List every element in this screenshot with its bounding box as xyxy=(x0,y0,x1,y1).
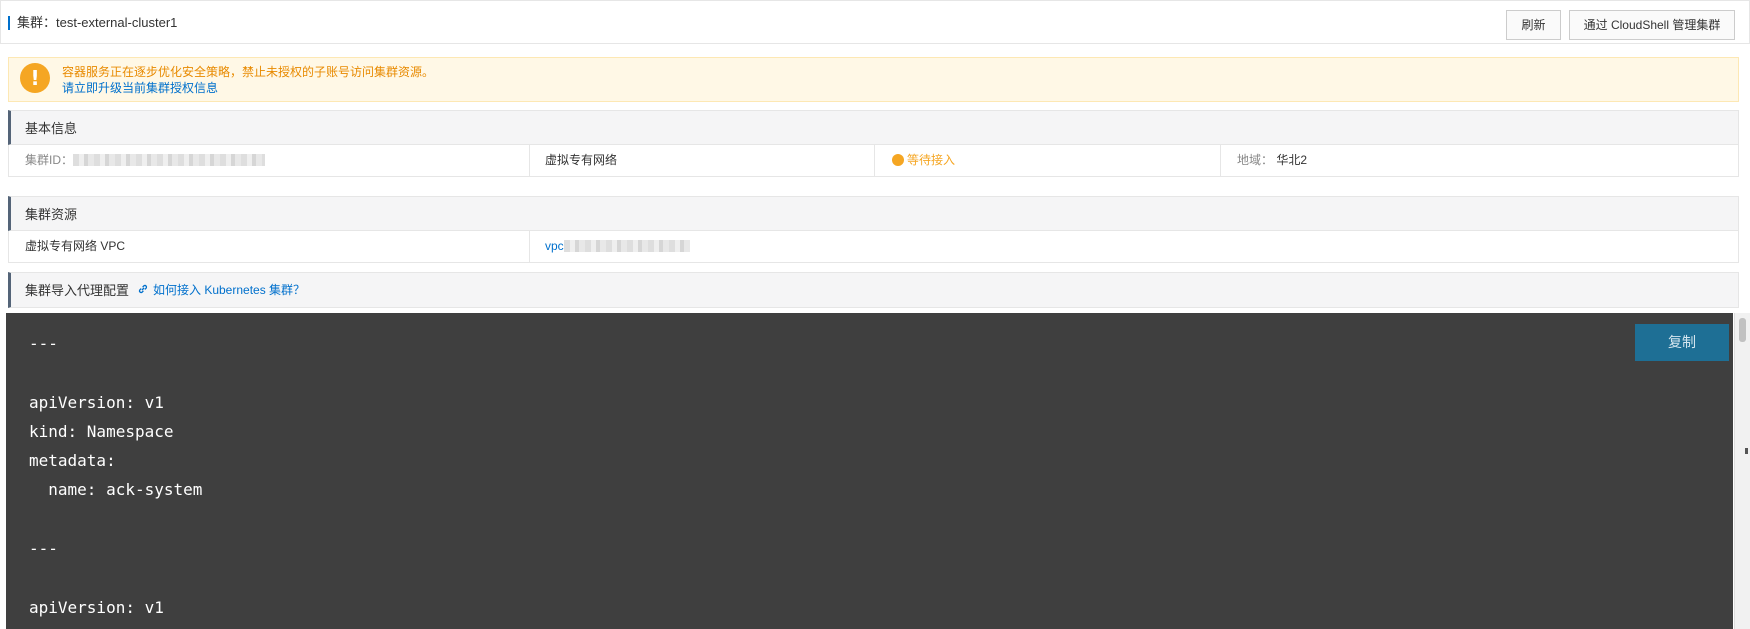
cluster-resources-title: 集群资源 xyxy=(25,207,78,222)
vpc-link[interactable]: vpc xyxy=(545,231,690,262)
cluster-id-cell: 集群ID： xyxy=(25,145,266,176)
security-notice: ! 容器服务正在逐步优化安全策略，禁止未授权的子账号访问集群资源。 请立即升级当… xyxy=(8,57,1739,102)
refresh-button[interactable]: 刷新 xyxy=(1506,10,1561,40)
scrollbar-thumb[interactable] xyxy=(1739,318,1746,342)
vpc-id-redacted xyxy=(563,240,690,252)
notice-text: 容器服务正在逐步优化安全策略，禁止未授权的子账号访问集群资源。 xyxy=(62,65,435,79)
cell-divider xyxy=(529,145,530,176)
vpc-label: 虚拟专有网络 VPC xyxy=(25,239,126,253)
page-title: 集群：test-external-cluster1 xyxy=(17,15,178,30)
scrollbar-marker xyxy=(1745,448,1748,454)
upgrade-authorization-link[interactable]: 请立即升级当前集群授权信息 xyxy=(62,81,218,96)
kubernetes-help-link-text[interactable]: 如何接入 Kubernetes 集群？ xyxy=(153,283,305,297)
exclamation-icon: ! xyxy=(20,63,50,93)
cloudshell-button[interactable]: 通过 CloudShell 管理集群 xyxy=(1569,10,1735,40)
status-dot-icon xyxy=(892,154,904,166)
cluster-id-label: 集群ID： xyxy=(25,153,74,167)
status-text: 等待接入 xyxy=(907,153,956,167)
network-type: 虚拟专有网络 xyxy=(545,153,618,167)
kubernetes-help-link[interactable]: 如何接入 Kubernetes 集群？ xyxy=(137,283,305,298)
link-icon xyxy=(138,284,148,294)
basic-info-row: 集群ID： 虚拟专有网络 等待接入 地域： 华北2 xyxy=(8,145,1739,177)
code-scrollbar[interactable] xyxy=(1734,313,1750,629)
cluster-resources-header: 集群资源 xyxy=(8,196,1739,231)
agent-config-title: 集群导入代理配置 xyxy=(25,283,130,298)
cluster-resources-row: 虚拟专有网络 VPC vpc xyxy=(8,231,1739,263)
basic-info-title: 基本信息 xyxy=(25,121,78,136)
region-cell: 地域： 华北2 xyxy=(1237,145,1307,176)
page-header: 集群：test-external-cluster1 刷新 通过 CloudShe… xyxy=(0,0,1750,44)
agent-config-code: --- apiVersion: v1 kind: Namespace metad… xyxy=(29,334,203,617)
cell-divider xyxy=(1220,145,1221,176)
agent-config-code-block: --- apiVersion: v1 kind: Namespace metad… xyxy=(6,313,1733,629)
cell-divider xyxy=(874,145,875,176)
cluster-id-value-redacted xyxy=(73,154,266,166)
agent-config-header: 集群导入代理配置 如何接入 Kubernetes 集群？ xyxy=(8,272,1739,308)
cluster-status: 等待接入 xyxy=(892,145,955,176)
copy-button[interactable]: 复制 xyxy=(1635,324,1729,361)
basic-info-header: 基本信息 xyxy=(8,110,1739,145)
vpc-link-prefix[interactable]: vpc xyxy=(545,239,564,253)
region-value: 华北2 xyxy=(1276,153,1308,167)
title-accent-bar xyxy=(8,16,10,30)
cell-divider xyxy=(529,231,530,262)
region-label: 地域： xyxy=(1237,153,1274,167)
